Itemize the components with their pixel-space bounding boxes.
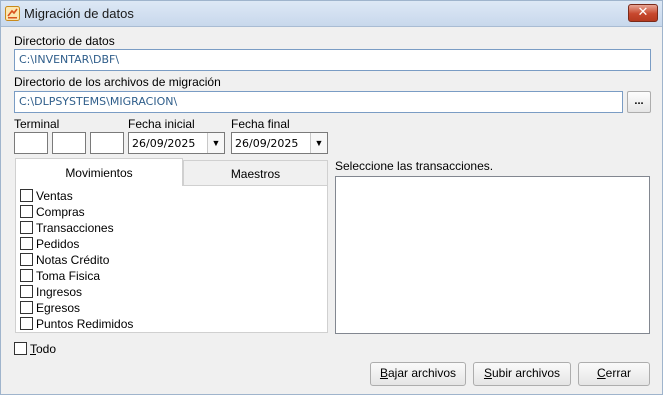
checkbox-toma-fisica[interactable]: Toma Fisica <box>20 268 100 284</box>
window-title: Migración de datos <box>24 6 134 21</box>
checkbox-box[interactable] <box>20 301 33 315</box>
checkbox-label: Todo <box>30 341 57 356</box>
chevron-down-icon[interactable]: ▼ <box>310 133 327 153</box>
checkbox-box[interactable] <box>20 237 33 251</box>
terminal-label: Terminal <box>14 117 60 131</box>
tab-maestros[interactable]: Maestros <box>183 160 328 186</box>
checkbox-label: Ventas <box>36 188 73 203</box>
data-directory-label: Directorio de datos <box>14 34 115 48</box>
tab-movimientos[interactable]: Movimientos <box>15 158 183 186</box>
close-icon: ✕ <box>637 5 649 20</box>
checkbox-label: Ingresos <box>36 284 83 299</box>
chevron-down-icon[interactable]: ▼ <box>207 133 224 153</box>
checkbox-transacciones[interactable]: Transacciones <box>20 220 114 236</box>
checkbox-ingresos[interactable]: Ingresos <box>20 284 82 300</box>
checkbox-label: Puntos Redimidos <box>36 316 134 331</box>
migration-directory-label: Directorio de los archivos de migración <box>14 75 221 89</box>
browse-button[interactable]: ... <box>627 91 651 113</box>
checkbox-puntos-redimidos[interactable]: Puntos Redimidos <box>20 316 133 332</box>
checkbox-compras[interactable]: Compras <box>20 204 85 220</box>
terminal-field-1[interactable] <box>14 132 48 154</box>
start-date-picker[interactable]: 26/09/2025 ▼ <box>128 132 225 154</box>
end-date-label: Fecha final <box>231 117 290 131</box>
migration-dialog: Migración de datos ✕ Directorio de datos… <box>0 0 663 395</box>
start-date-label: Fecha inicial <box>128 117 195 131</box>
title-bar: Migración de datos ✕ <box>1 1 662 27</box>
checkbox-box[interactable] <box>20 253 33 267</box>
checkbox-box[interactable] <box>20 221 33 235</box>
download-files-button[interactable]: Bajar archivos <box>370 362 466 386</box>
checkbox-box[interactable] <box>20 205 33 219</box>
checkbox-box[interactable] <box>14 342 27 356</box>
transactions-list[interactable] <box>335 176 650 334</box>
checkbox-label: Toma Fisica <box>36 268 101 283</box>
migration-directory-input[interactable]: C:\DLPSYSTEMS\MIGRACION\ <box>14 91 623 113</box>
checkbox-todo[interactable]: Todo <box>14 341 56 357</box>
end-date-value: 26/09/2025 <box>235 137 299 150</box>
close-window-button[interactable]: ✕ <box>628 4 658 22</box>
checkbox-box[interactable] <box>20 317 33 331</box>
checkbox-label: Egresos <box>36 300 81 315</box>
checkbox-label: Compras <box>36 204 85 219</box>
checkbox-pedidos[interactable]: Pedidos <box>20 236 79 252</box>
checkbox-ventas[interactable]: Ventas <box>20 188 73 204</box>
checkbox-label: Notas Crédito <box>36 252 110 267</box>
checkbox-notas-credito[interactable]: Notas Crédito <box>20 252 109 268</box>
checkbox-box[interactable] <box>20 285 33 299</box>
end-date-picker[interactable]: 26/09/2025 ▼ <box>231 132 328 154</box>
upload-files-button[interactable]: Subir archivos <box>473 362 571 386</box>
data-directory-input[interactable]: C:\INVENTAR\DBF\ <box>14 49 651 71</box>
checkbox-label: Transacciones <box>36 220 114 235</box>
start-date-value: 26/09/2025 <box>132 137 196 150</box>
checkbox-box[interactable] <box>20 189 33 203</box>
checkbox-box[interactable] <box>20 269 33 283</box>
app-icon <box>5 6 20 21</box>
checkbox-egresos[interactable]: Egresos <box>20 300 80 316</box>
close-button[interactable]: Cerrar <box>578 362 650 386</box>
terminal-field-2[interactable] <box>52 132 86 154</box>
transactions-label: Seleccione las transacciones. <box>335 159 494 173</box>
checkbox-label: Pedidos <box>36 236 80 251</box>
terminal-field-3[interactable] <box>90 132 124 154</box>
